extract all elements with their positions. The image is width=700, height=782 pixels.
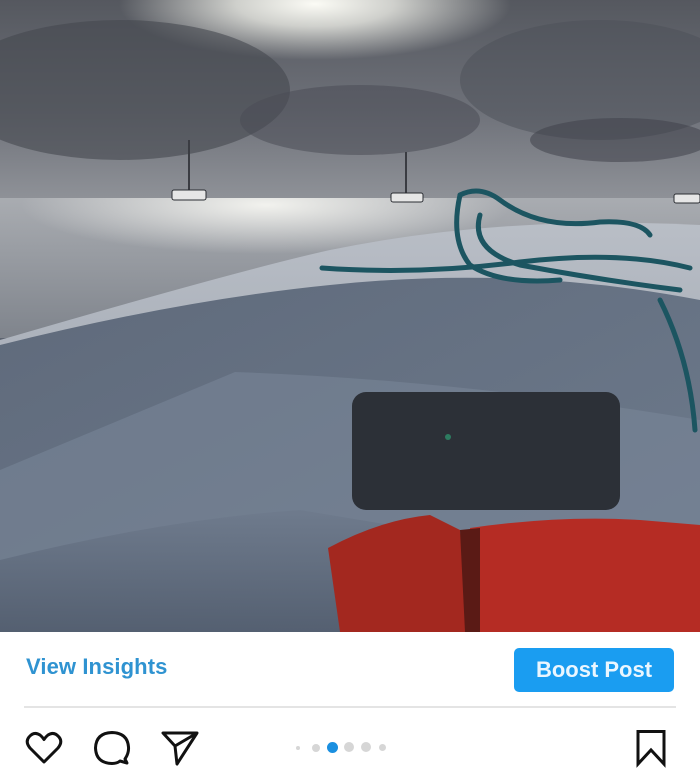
- divider: [24, 706, 676, 708]
- carousel-dot: [361, 742, 371, 752]
- post-photo[interactable]: [0, 0, 700, 632]
- carousel-dot: [344, 742, 354, 752]
- photo-canvas: [0, 0, 700, 632]
- post-actions-row: View Insights Boost Post: [0, 632, 700, 708]
- save-button[interactable]: [631, 728, 671, 768]
- comment-icon: [94, 731, 131, 765]
- post-toolbar: [0, 716, 700, 782]
- paper-plane-icon: [161, 731, 199, 766]
- comment-button[interactable]: [92, 728, 132, 768]
- carousel-dot-active: [327, 742, 338, 753]
- boost-post-button[interactable]: Boost Post: [514, 648, 674, 692]
- like-button[interactable]: [24, 728, 64, 768]
- carousel-dot: [312, 744, 320, 752]
- view-insights-link[interactable]: View Insights: [26, 654, 168, 680]
- carousel-dot: [296, 746, 300, 750]
- bookmark-icon: [636, 730, 666, 768]
- carousel-indicator: [290, 741, 400, 755]
- heart-icon: [25, 731, 63, 764]
- carousel-dot: [379, 744, 386, 751]
- share-button[interactable]: [160, 728, 200, 768]
